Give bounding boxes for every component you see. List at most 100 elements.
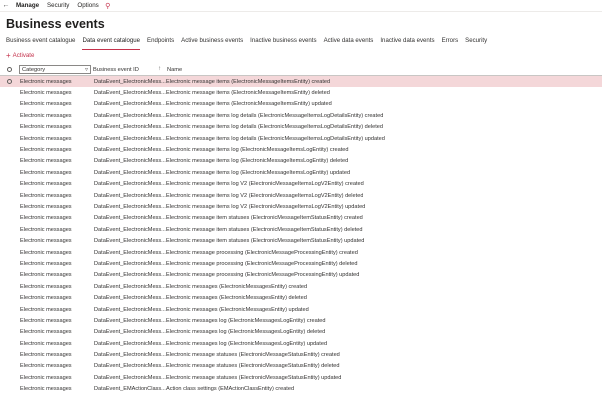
cell-category: Electronic messages (20, 147, 72, 154)
table-row[interactable]: Electronic messages DataEvent_ElectronicM… (0, 270, 602, 281)
select-all-radio[interactable] (6, 67, 12, 72)
cell-event-id: DataEvent_ElectronicMess... (94, 260, 166, 267)
cell-category: Electronic messages (20, 78, 72, 85)
table-row[interactable]: Electronic messages DataEvent_ElectronicM… (0, 156, 602, 167)
table-row[interactable]: Electronic messages DataEvent_ElectronicM… (0, 179, 602, 190)
cell-category: Electronic messages (20, 306, 72, 313)
cell-event-id: DataEvent_ElectronicMess... (94, 363, 166, 370)
cell-category: Electronic messages (20, 329, 72, 336)
cell-event-id: DataEvent_ElectronicMess... (94, 295, 166, 302)
tab-active-business-events[interactable]: Active business events (181, 37, 243, 49)
menu-manage[interactable]: Manage (12, 2, 43, 9)
back-arrow-icon[interactable]: ← (0, 2, 12, 9)
tab-inactive-business-events[interactable]: Inactive business events (250, 37, 316, 49)
cell-event-id: DataEvent_ElectronicMess... (94, 135, 166, 142)
table-row[interactable]: Electronic messages DataEvent_ElectronicM… (0, 247, 602, 258)
plus-icon: + (6, 50, 11, 60)
cell-name: Electronic message items log details (El… (166, 124, 384, 131)
table-row[interactable]: Electronic messages DataEvent_ElectronicM… (0, 224, 602, 235)
select-all-cell[interactable] (0, 67, 18, 72)
table-row[interactable]: Electronic messages DataEvent_ElectronicM… (0, 372, 602, 383)
cell-name: Electronic messages log (ElectronicMessa… (166, 317, 326, 324)
activate-label: Activate (12, 52, 35, 59)
table-row[interactable]: Electronic messages DataEvent_ElectronicM… (0, 190, 602, 201)
cell-category: Electronic messages (20, 90, 72, 97)
cell-name: Electronic message items log V2 (Electro… (166, 192, 364, 199)
table-row[interactable]: Electronic messages DataEvent_ElectronicM… (0, 133, 602, 144)
table-row[interactable]: Electronic messages DataEvent_ElectronicM… (0, 327, 602, 338)
column-header-name-label: Name (167, 66, 183, 73)
menu-options[interactable]: Options (73, 2, 102, 9)
table-row[interactable]: Electronic messages DataEvent_ElectronicM… (0, 201, 602, 212)
tab-bar: Business event catalogue Data event catal… (6, 37, 494, 50)
top-menu-bar: ← Manage Security Options ⚲ (0, 0, 602, 11)
cell-name: Electronic message statuses (ElectronicM… (166, 374, 342, 381)
tab-active-data-events[interactable]: Active data events (324, 37, 374, 49)
filter-icon[interactable]: ▿ (85, 66, 88, 73)
table-row[interactable]: Electronic messages DataEvent_ElectronicM… (0, 144, 602, 155)
table-row[interactable]: Electronic messages DataEvent_ElectronicM… (0, 99, 602, 110)
cell-name: Electronic message items log (Electronic… (166, 147, 349, 154)
activate-button[interactable]: + Activate (6, 50, 35, 60)
table-row[interactable]: Electronic messages DataEvent_ElectronicM… (0, 110, 602, 121)
cell-event-id: DataEvent_ElectronicMess... (94, 169, 166, 176)
cell-event-id: DataEvent_ElectronicMess... (94, 283, 166, 290)
cell-name: Electronic message items log (Electronic… (166, 158, 349, 165)
cell-category: Electronic messages (20, 249, 72, 256)
table-row[interactable]: Electronic messages DataEvent_ElectronicM… (0, 281, 602, 292)
table-row[interactable]: Electronic messages DataEvent_ElectronicM… (0, 258, 602, 269)
table-row[interactable]: Electronic messages DataEvent_ElectronicM… (0, 87, 602, 98)
table-row[interactable]: Electronic messages DataEvent_ElectronicM… (0, 122, 602, 133)
tab-security[interactable]: Security (465, 37, 487, 49)
cell-event-id: DataEvent_ElectronicMess... (94, 249, 166, 256)
cell-category: Electronic messages (20, 215, 72, 222)
tab-data-event-catalogue[interactable]: Data event catalogue (82, 37, 140, 50)
cell-category: Electronic messages (20, 352, 72, 359)
cell-event-id: DataEvent_ElectronicMess... (94, 147, 166, 154)
tab-business-event-catalogue[interactable]: Business event catalogue (6, 37, 75, 49)
table-row[interactable]: Electronic messages DataEvent_ElectronicM… (0, 76, 602, 88)
cell-name: Electronic message statuses (ElectronicM… (166, 352, 340, 359)
cell-name: Electronic messages (ElectronicMessagesE… (166, 295, 307, 302)
cell-category: Electronic messages (20, 340, 72, 347)
cell-category: Electronic messages (20, 135, 72, 142)
column-header-category[interactable]: Category ▿ (19, 65, 91, 74)
cell-event-id: DataEvent_ElectronicMess... (94, 124, 166, 131)
column-header-category-label: Category (22, 66, 46, 73)
table-row[interactable]: Electronic messages DataEvent_ElectronicM… (0, 349, 602, 360)
cell-event-id: DataEvent_ElectronicMess... (94, 192, 166, 199)
tab-errors[interactable]: Errors (442, 37, 459, 49)
cell-category: Electronic messages (20, 238, 72, 245)
tab-inactive-data-events[interactable]: Inactive data events (380, 37, 434, 49)
cell-event-id: DataEvent_ElectronicMess... (94, 90, 166, 97)
cell-category: Electronic messages (20, 363, 72, 370)
column-header-event-id[interactable]: Business event ID ↑ (93, 66, 167, 73)
table-row[interactable]: Electronic messages DataEvent_EMActionCla… (0, 384, 602, 395)
table-row[interactable]: Electronic messages DataEvent_ElectronicM… (0, 315, 602, 326)
table-row[interactable]: Electronic messages DataEvent_ElectronicM… (0, 213, 602, 224)
cell-category: Electronic messages (20, 181, 72, 188)
data-event-grid: Category ▿ Business event ID ↑ Name Elec… (0, 64, 602, 395)
cell-event-id: DataEvent_ElectronicMess... (94, 112, 166, 119)
cell-name: Electronic message items log details (El… (166, 135, 385, 142)
table-row[interactable]: Electronic messages DataEvent_ElectronicM… (0, 235, 602, 246)
table-row[interactable]: Electronic messages DataEvent_ElectronicM… (0, 304, 602, 315)
cell-event-id: DataEvent_ElectronicMess... (94, 238, 166, 245)
table-row[interactable]: Electronic messages DataEvent_ElectronicM… (0, 292, 602, 303)
cell-event-id: DataEvent_ElectronicMess... (94, 181, 166, 188)
table-row[interactable]: Electronic messages DataEvent_ElectronicM… (0, 338, 602, 349)
column-header-name[interactable]: Name (167, 67, 182, 73)
cell-name: Electronic message items log (Electronic… (166, 169, 351, 176)
row-select-radio[interactable] (6, 79, 12, 85)
table-row[interactable]: Electronic messages DataEvent_ElectronicM… (0, 361, 602, 372)
menu-security[interactable]: Security (43, 2, 73, 9)
tab-endpoints[interactable]: Endpoints (147, 37, 174, 49)
divider (0, 11, 602, 12)
cell-name: Electronic message item statuses (Electr… (166, 215, 363, 222)
cell-category: Electronic messages (20, 283, 72, 290)
search-icon[interactable]: ⚲ (103, 2, 113, 10)
row-select-cell[interactable] (0, 79, 18, 85)
cell-event-id: DataEvent_ElectronicMess... (94, 352, 166, 359)
table-row[interactable]: Electronic messages DataEvent_ElectronicM… (0, 167, 602, 178)
cell-event-id: DataEvent_ElectronicMess... (94, 101, 166, 108)
